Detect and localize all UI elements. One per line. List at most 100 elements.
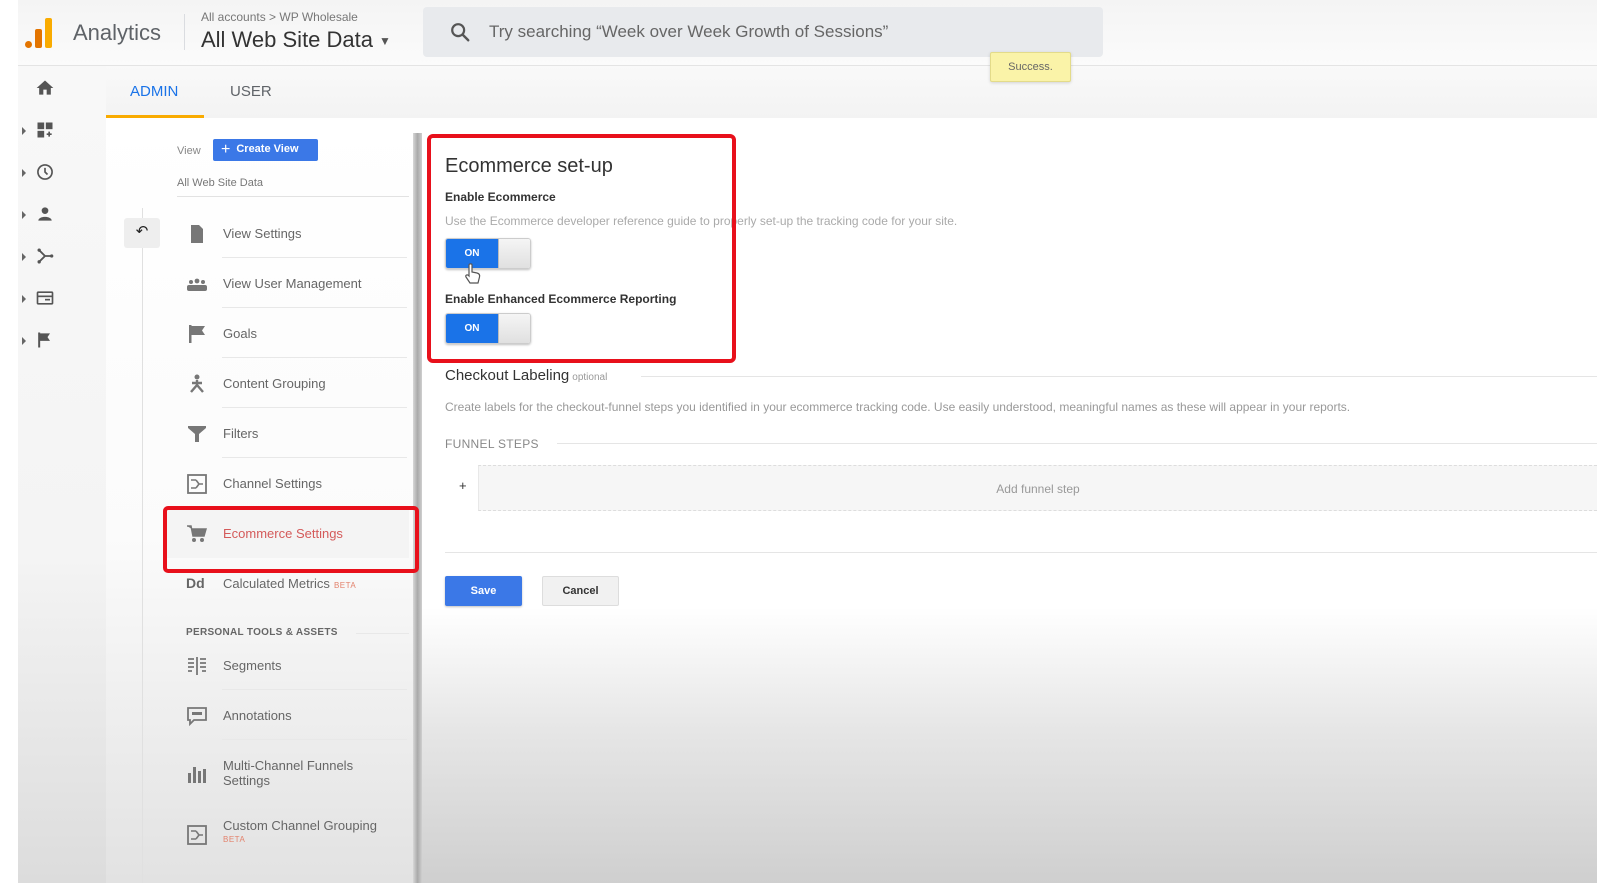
rail-customization[interactable] <box>18 116 78 146</box>
menu-content-grouping[interactable]: Content Grouping <box>164 360 409 408</box>
expand-arrow-icon <box>22 337 26 345</box>
divider <box>222 689 407 690</box>
menu-label-text: Custom Channel Grouping <box>223 818 377 833</box>
back-button[interactable]: ↶ <box>124 218 160 248</box>
tab-admin[interactable]: ADMIN <box>130 83 178 100</box>
annotation-icon <box>187 707 207 726</box>
menu-label: Annotations <box>223 708 292 723</box>
expand-arrow-icon <box>22 211 26 219</box>
menu-label: Segments <box>223 658 282 673</box>
menu-label: View User Management <box>223 276 362 291</box>
menu-label: Channel Settings <box>223 476 323 491</box>
search-input[interactable] <box>489 19 1079 45</box>
rail-behavior[interactable] <box>18 284 78 314</box>
rail-realtime[interactable] <box>18 158 78 188</box>
tree-line <box>142 208 143 883</box>
section-title: PERSONAL TOOLS & ASSETS <box>186 627 338 638</box>
beta-badge: BETA <box>223 835 246 844</box>
analytics-logo-icon[interactable] <box>25 16 53 48</box>
view-selector[interactable]: All Web Site Data <box>177 177 263 189</box>
flag-icon <box>189 325 205 343</box>
acquisition-icon <box>37 248 54 264</box>
rail-home[interactable] <box>18 74 78 104</box>
segments-icon <box>188 657 206 675</box>
view-label: View <box>177 145 201 157</box>
divider <box>222 307 407 308</box>
tab-user[interactable]: USER <box>230 83 272 100</box>
funnel-steps-label: FUNNEL STEPS <box>445 437 539 451</box>
content-grouping-icon <box>190 374 204 393</box>
expand-arrow-icon <box>22 253 26 261</box>
users-icon <box>187 278 207 291</box>
hand-cursor-icon <box>465 263 481 284</box>
menu-label: Calculated Metrics BETA <box>223 576 356 591</box>
customization-icon <box>37 122 53 138</box>
checkout-labeling-title: Checkout Labeling optional <box>445 367 607 384</box>
behavior-icon <box>36 291 54 305</box>
menu-view-user-management[interactable]: View User Management <box>164 260 409 308</box>
left-edge <box>0 0 18 883</box>
menu-segments[interactable]: Segments <box>164 642 409 690</box>
menu-channel-settings[interactable]: Channel Settings <box>164 460 409 508</box>
menu-annotations[interactable]: Annotations <box>164 692 409 740</box>
property-selector[interactable]: All Web Site Data ▼ <box>201 27 391 53</box>
optional-tag: optional <box>572 372 608 383</box>
menu-label: View Settings <box>223 226 302 241</box>
highlight-annotation-ecommerce-settings <box>163 506 419 573</box>
menu-label: Content Grouping <box>223 376 326 391</box>
menu-multi-channel-funnels[interactable]: Multi-Channel Funnels Settings <box>164 748 409 802</box>
cancel-button[interactable]: Cancel <box>542 576 619 606</box>
divider <box>222 407 407 408</box>
menu-label-text: Calculated Metrics <box>223 576 330 591</box>
divider <box>557 443 1597 444</box>
channel-icon <box>187 474 207 494</box>
view-admin-column: View + Create View All Web Site Data ↶ Vi… <box>106 118 417 883</box>
rail-acquisition[interactable] <box>18 242 78 272</box>
menu-label: Goals <box>223 326 257 341</box>
divider <box>222 257 407 258</box>
save-button[interactable]: Save <box>445 576 522 606</box>
channel-icon <box>187 825 207 845</box>
divider <box>177 196 409 197</box>
checkout-help: Create labels for the checkout-funnel st… <box>445 400 1351 414</box>
expand-arrow-icon <box>22 127 26 135</box>
search-bar[interactable] <box>423 7 1103 57</box>
rail-audience[interactable] <box>18 200 78 230</box>
divider <box>445 552 1597 553</box>
drag-handle-icon: + <box>459 478 467 493</box>
caret-down-icon: ▼ <box>379 34 391 49</box>
divider <box>356 633 409 634</box>
menu-view-settings[interactable]: View Settings <box>164 210 409 258</box>
home-icon <box>36 80 54 95</box>
divider <box>222 457 407 458</box>
app-name: Analytics <box>73 20 162 45</box>
menu-filters[interactable]: Filters <box>164 410 409 458</box>
top-header: Analytics All accounts > WP Wholesale Al… <box>18 0 1597 66</box>
bar-chart-icon <box>188 767 206 783</box>
breadcrumb[interactable]: All accounts > WP Wholesale <box>201 10 358 24</box>
left-nav-rail <box>18 66 106 883</box>
success-toast: Success. <box>990 52 1071 82</box>
rail-conversions[interactable] <box>18 326 78 356</box>
create-view-button[interactable]: + Create View <box>213 139 318 161</box>
menu-label: Custom Channel Grouping BETA <box>223 818 393 844</box>
back-arrow-icon: ↶ <box>135 223 149 240</box>
add-funnel-step-button[interactable]: Add funnel step <box>478 465 1597 511</box>
expand-arrow-icon <box>22 295 26 303</box>
divider <box>222 357 407 358</box>
divider <box>222 739 407 740</box>
search-icon <box>451 23 470 42</box>
beta-badge: BETA <box>333 581 357 590</box>
highlight-annotation-ecommerce-setup <box>427 134 736 363</box>
admin-tabs: ADMIN USER <box>106 66 1597 118</box>
calculated-metrics-icon: Dd <box>186 575 205 591</box>
menu-goals[interactable]: Goals <box>164 310 409 358</box>
filter-icon <box>188 426 206 442</box>
checkout-title-text: Checkout Labeling <box>445 367 570 384</box>
divider <box>641 376 1597 377</box>
menu-custom-channel-grouping[interactable]: Custom Channel Grouping BETA <box>164 808 409 862</box>
conversions-icon <box>38 332 50 348</box>
menu-label: Multi-Channel Funnels Settings <box>223 758 354 788</box>
plus-icon: + <box>221 141 231 158</box>
expand-arrow-icon <box>22 169 26 177</box>
